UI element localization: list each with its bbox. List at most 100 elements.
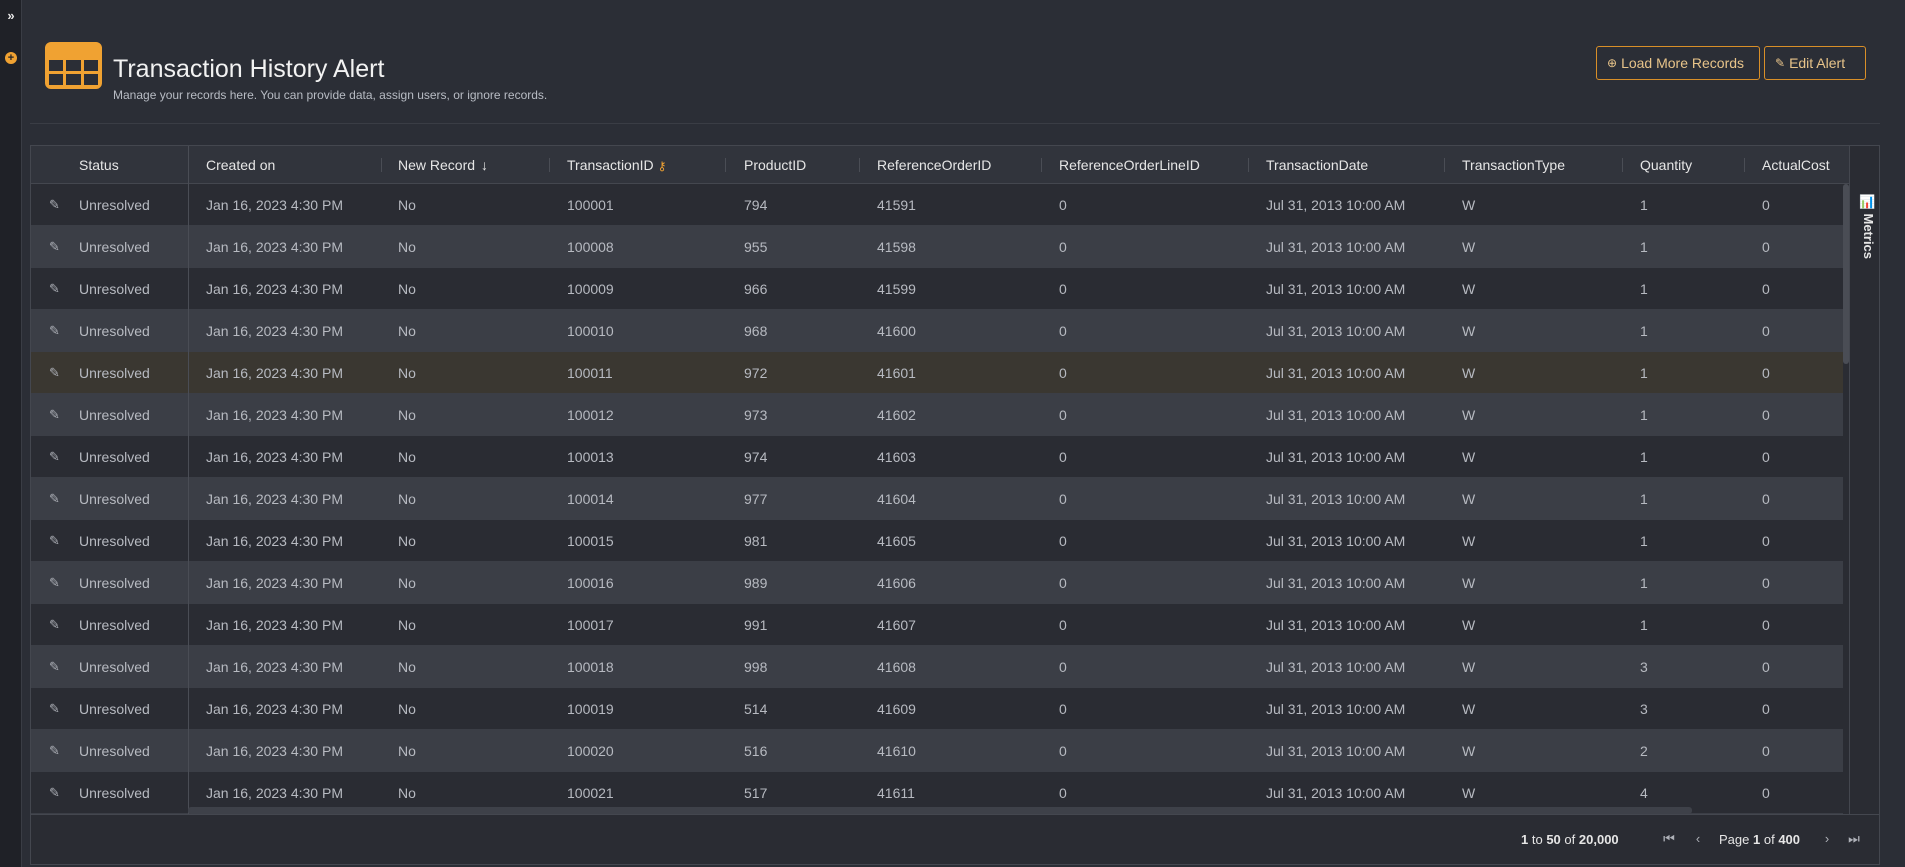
table-row[interactable]: ✎ Unresolved Jan 16, 2023 4:30 PM No 100017 9… [31,604,1849,646]
first-page-icon[interactable]: ⏮ [1661,831,1677,847]
cell-quantity: 1 [1640,491,1648,507]
cell-quantity: 1 [1640,407,1648,423]
load-more-records-label: Load More Records [1621,55,1745,71]
table-row[interactable]: ✎ Unresolved Jan 16, 2023 4:30 PM No 100013 9… [31,436,1849,478]
cell-actual-cost: 0 [1762,659,1770,675]
add-icon[interactable]: + [5,52,17,64]
cell-quantity: 1 [1640,449,1648,465]
table-row[interactable]: ✎ Unresolved Jan 16, 2023 4:30 PM No 100012 9… [31,394,1849,436]
cell-actual-cost: 0 [1762,701,1770,717]
edit-row-icon[interactable]: ✎ [49,324,63,338]
table-row[interactable]: ✎ Unresolved Jan 16, 2023 4:30 PM No 100015 9… [31,520,1849,562]
previous-page-icon[interactable]: ‹ [1690,831,1706,847]
cell-product-id: 977 [744,491,768,507]
column-header-reference-order-id[interactable]: ReferenceOrderID [877,146,991,184]
cell-new-record: No [398,281,416,297]
edit-row-icon[interactable]: ✎ [49,618,63,632]
column-header-reference-order-line-id[interactable]: ReferenceOrderLineID [1059,146,1200,184]
page-header: Transaction History Alert Manage your re… [30,36,1880,106]
cell-quantity: 1 [1640,365,1648,381]
cell-status: Unresolved [79,785,150,801]
cell-transaction-id: 100013 [567,449,614,465]
cell-transaction-type: W [1462,575,1476,591]
table-row[interactable]: ✎ Unresolved Jan 16, 2023 4:30 PM No 100009 9… [31,268,1849,310]
cell-transaction-type: W [1462,323,1476,339]
cell-transaction-date: Jul 31, 2013 10:00 AM [1266,533,1406,549]
edit-row-icon[interactable]: ✎ [49,240,63,254]
edit-row-icon[interactable]: ✎ [49,492,63,506]
edit-row-icon[interactable]: ✎ [49,534,63,548]
cell-created-on: Jan 16, 2023 4:30 PM [206,617,343,633]
column-header-status[interactable]: Status [79,146,119,184]
edit-row-icon[interactable]: ✎ [49,576,63,590]
cell-transaction-type: W [1462,617,1476,633]
last-page-icon[interactable]: ⏭ [1846,831,1862,847]
edit-row-icon[interactable]: ✎ [49,702,63,716]
cell-product-id: 972 [744,365,768,381]
column-header-transaction-id[interactable]: TransactionID ⚷ [567,146,666,184]
column-header-product-id[interactable]: ProductID [744,146,806,184]
column-header-transaction-type[interactable]: TransactionType [1462,146,1565,184]
metrics-side-tab[interactable]: 📊 Metrics [1849,146,1879,814]
table-row[interactable]: ✎ Unresolved Jan 16, 2023 4:30 PM No 100008 9… [31,226,1849,268]
cell-quantity: 1 [1640,323,1648,339]
expand-sidebar-icon[interactable]: » [4,8,18,24]
column-header-new-record[interactable]: New Record ↓ [398,146,488,184]
edit-row-icon[interactable]: ✎ [49,198,63,212]
table-row[interactable]: ✎ Unresolved Jan 16, 2023 4:30 PM No 100001 7… [31,184,1849,226]
edit-row-icon[interactable]: ✎ [49,450,63,464]
cell-reference-order-line-id: 0 [1059,323,1067,339]
records-grid: Status Created on New Record ↓ Transactio… [30,145,1880,865]
table-row[interactable]: ✎ Unresolved Jan 16, 2023 4:30 PM No 100010 9… [31,310,1849,352]
edit-row-icon[interactable]: ✎ [49,282,63,296]
column-header-created-on[interactable]: Created on [206,146,275,184]
table-row[interactable]: ✎ Unresolved Jan 16, 2023 4:30 PM No 100016 9… [31,562,1849,604]
table-row[interactable]: ✎ Unresolved Jan 16, 2023 4:30 PM No 100019 5… [31,688,1849,730]
cell-transaction-type: W [1462,701,1476,717]
cell-transaction-date: Jul 31, 2013 10:00 AM [1266,701,1406,717]
cell-actual-cost: 0 [1762,407,1770,423]
cell-status: Unresolved [79,533,150,549]
metrics-label[interactable]: 📊 Metrics [1856,194,1876,264]
cell-actual-cost: 0 [1762,491,1770,507]
cell-actual-cost: 0 [1762,617,1770,633]
horizontal-scrollbar[interactable] [188,807,1692,814]
cell-created-on: Jan 16, 2023 4:30 PM [206,575,343,591]
edit-row-icon[interactable]: ✎ [49,408,63,422]
edit-row-icon[interactable]: ✎ [49,366,63,380]
column-header-row: Status Created on New Record ↓ Transactio… [31,146,1849,184]
edit-icon: ✎ [1775,56,1786,70]
cell-transaction-id: 100016 [567,575,614,591]
cell-transaction-id: 100015 [567,533,614,549]
cell-reference-order-line-id: 0 [1059,407,1067,423]
edit-row-icon[interactable]: ✎ [49,660,63,674]
load-more-records-button[interactable]: ⊕ Load More Records [1596,46,1760,80]
table-row[interactable]: ✎ Unresolved Jan 16, 2023 4:30 PM No 100020 5… [31,730,1849,772]
table-row[interactable]: ✎ Unresolved Jan 16, 2023 4:30 PM No 100018 9… [31,646,1849,688]
cell-new-record: No [398,617,416,633]
pagination-bar: 1 to 50 of 20,000 ⏮ ‹ Page 1 of 400 › ⏭ [31,814,1879,864]
cell-new-record: No [398,449,416,465]
column-header-quantity[interactable]: Quantity [1640,146,1692,184]
column-header-transaction-date[interactable]: TransactionDate [1266,146,1368,184]
cell-reference-order-line-id: 0 [1059,701,1067,717]
cell-product-id: 981 [744,533,768,549]
sort-descending-icon[interactable]: ↓ [481,157,488,173]
cell-transaction-date: Jul 31, 2013 10:00 AM [1266,743,1406,759]
column-header-actual-cost[interactable]: ActualCost [1762,146,1830,184]
edit-alert-button[interactable]: ✎ Edit Alert [1764,46,1866,80]
cell-status: Unresolved [79,365,150,381]
cell-quantity: 1 [1640,617,1648,633]
cell-transaction-type: W [1462,239,1476,255]
key-icon: ⚷ [657,159,667,173]
table-row[interactable]: ✎ Unresolved Jan 16, 2023 4:30 PM No 100014 9… [31,478,1849,520]
edit-row-icon[interactable]: ✎ [49,744,63,758]
cell-transaction-type: W [1462,449,1476,465]
cell-actual-cost: 0 [1762,785,1770,801]
cell-product-id: 991 [744,617,768,633]
next-page-icon[interactable]: › [1819,831,1835,847]
table-row[interactable]: ✎ Unresolved Jan 16, 2023 4:30 PM No 100011 9… [31,352,1849,394]
cell-status: Unresolved [79,323,150,339]
cell-reference-order-line-id: 0 [1059,449,1067,465]
edit-row-icon[interactable]: ✎ [49,786,63,800]
